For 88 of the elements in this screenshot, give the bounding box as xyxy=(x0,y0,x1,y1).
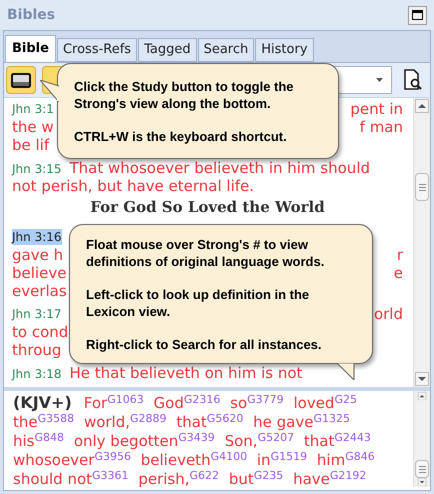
tab[interactable]: Tagged xyxy=(138,38,197,62)
scroll-up-icon[interactable] xyxy=(415,392,429,400)
strongs-number-link[interactable]: G5620 xyxy=(206,412,244,424)
strongs-number-link[interactable]: G848 xyxy=(34,430,64,444)
strongs-number-link[interactable]: G1325 xyxy=(313,412,350,424)
verse-text: everlas xyxy=(12,282,67,300)
section-heading: For God So Loved the World xyxy=(89,197,326,218)
strongs-word: that xyxy=(176,413,207,431)
verse-text: the w xyxy=(12,118,54,136)
scrollbar[interactable] xyxy=(413,98,430,387)
strongs-number-link[interactable]: G2192 xyxy=(330,468,366,482)
callout-text: Click the Study button to toggle the Strong's view along the bottom. xyxy=(74,78,295,112)
strongs-word: believeth xyxy=(140,451,211,469)
strongs-number-link[interactable]: G235 xyxy=(254,468,284,482)
strongs-word: him xyxy=(316,451,346,469)
strongs-number-link[interactable]: G3779 xyxy=(247,392,284,406)
caret-icon xyxy=(376,78,383,82)
strongs-word: For xyxy=(84,394,108,412)
scroll-thumb[interactable] xyxy=(415,460,429,478)
strongs-word: the xyxy=(13,413,38,431)
strongs-word: world, xyxy=(84,413,130,431)
strongs-number-link[interactable]: G1063 xyxy=(107,392,144,406)
tab[interactable]: Cross-Refs xyxy=(56,38,138,62)
strongs-number-link[interactable]: G622 xyxy=(190,468,220,482)
scroll-down-icon[interactable] xyxy=(415,478,429,486)
scroll-up-icon[interactable] xyxy=(415,99,429,113)
version-label: (KJV+) xyxy=(13,393,72,412)
strongs-word: whosoever xyxy=(13,451,94,469)
strongs-word: have xyxy=(293,470,330,488)
strongs-word: should not xyxy=(13,470,92,488)
callout-text: Left-click to look up definition in the Lexicon view. xyxy=(86,286,310,320)
tab[interactable]: Search xyxy=(198,38,254,62)
verse-text: to cond xyxy=(12,323,68,341)
verse-text: f man xyxy=(360,118,403,136)
search-document-icon xyxy=(403,69,423,91)
verse-text: not perish, but have eternal life. xyxy=(12,177,254,195)
strongs-number-link[interactable]: G5207 xyxy=(258,430,294,444)
strongs-number-link[interactable]: G4100 xyxy=(210,450,248,462)
scroll-down-icon[interactable] xyxy=(415,372,429,386)
strongs-number-link[interactable]: G2443 xyxy=(334,430,371,444)
verse-reference[interactable]: Jhn 3:17 xyxy=(12,306,62,322)
strongs-word: only begotten xyxy=(74,432,178,450)
maximize-icon xyxy=(412,10,423,20)
strongs-word: he gave xyxy=(253,413,314,431)
verse-text: throug xyxy=(12,341,62,359)
panel-title: Bibles xyxy=(7,6,56,24)
strongs-number-link[interactable]: G3956 xyxy=(94,450,131,462)
callout-text: CTRL+W is the keyboard shortcut. xyxy=(74,128,288,144)
strongs-word: loved xyxy=(293,394,334,412)
dropdown-field[interactable] xyxy=(332,66,392,94)
strongs-number-link[interactable]: G2316 xyxy=(184,392,220,406)
verse-text: gave h xyxy=(12,246,64,264)
verse-text: r xyxy=(396,246,403,264)
strongs-word: his xyxy=(13,432,34,450)
callout-text: Right-click to Search for all instances. xyxy=(86,336,323,352)
verse-reference[interactable]: Jhn 3:1 xyxy=(12,101,54,117)
study-button[interactable] xyxy=(6,66,36,94)
verse-text: be lif xyxy=(12,136,50,154)
verse-reference[interactable]: Jhn 3:16 xyxy=(12,229,62,245)
strongs-number-link[interactable]: G3361 xyxy=(92,468,129,482)
verse-text: believe xyxy=(12,264,66,282)
scrollbar[interactable] xyxy=(413,391,430,487)
panel-layout-icon xyxy=(11,72,31,88)
verse-text: He that believeth on him is not xyxy=(70,364,302,382)
strongs-number-link[interactable]: G25 xyxy=(334,392,357,406)
tab[interactable]: History xyxy=(255,38,314,62)
strongs-word: so xyxy=(230,394,248,412)
strongs-number-link[interactable]: G846 xyxy=(345,450,375,462)
scroll-thumb[interactable] xyxy=(415,173,429,201)
strongs-word: in xyxy=(256,451,271,469)
maximize-button[interactable] xyxy=(408,6,427,24)
verse-reference[interactable]: Jhn 3:15 xyxy=(12,161,62,177)
strongs-number-link[interactable]: G3439 xyxy=(178,430,215,444)
strongs-number-link[interactable]: G3588 xyxy=(38,412,74,424)
strongs-word: perish, xyxy=(138,470,190,488)
strongs-number-link[interactable]: G2889 xyxy=(130,412,167,424)
callout-text: Float mouse over Strong's # to view definitions of original language words. xyxy=(86,236,326,270)
strongs-word: but xyxy=(228,470,254,488)
strongs-number-link[interactable]: G1519 xyxy=(270,450,308,462)
verse-text: orld xyxy=(374,305,403,323)
verse-text: pent in xyxy=(350,100,403,118)
verse-reference[interactable]: Jhn 3:18 xyxy=(12,366,62,382)
strongs-word: God xyxy=(154,394,184,412)
tab[interactable]: Bible xyxy=(5,35,56,62)
strongs-word: Son, xyxy=(224,432,258,450)
verse-text: That whosoever believeth in him should xyxy=(70,159,370,177)
strongs-word: that xyxy=(304,432,334,450)
verse-text: e xyxy=(394,264,403,282)
